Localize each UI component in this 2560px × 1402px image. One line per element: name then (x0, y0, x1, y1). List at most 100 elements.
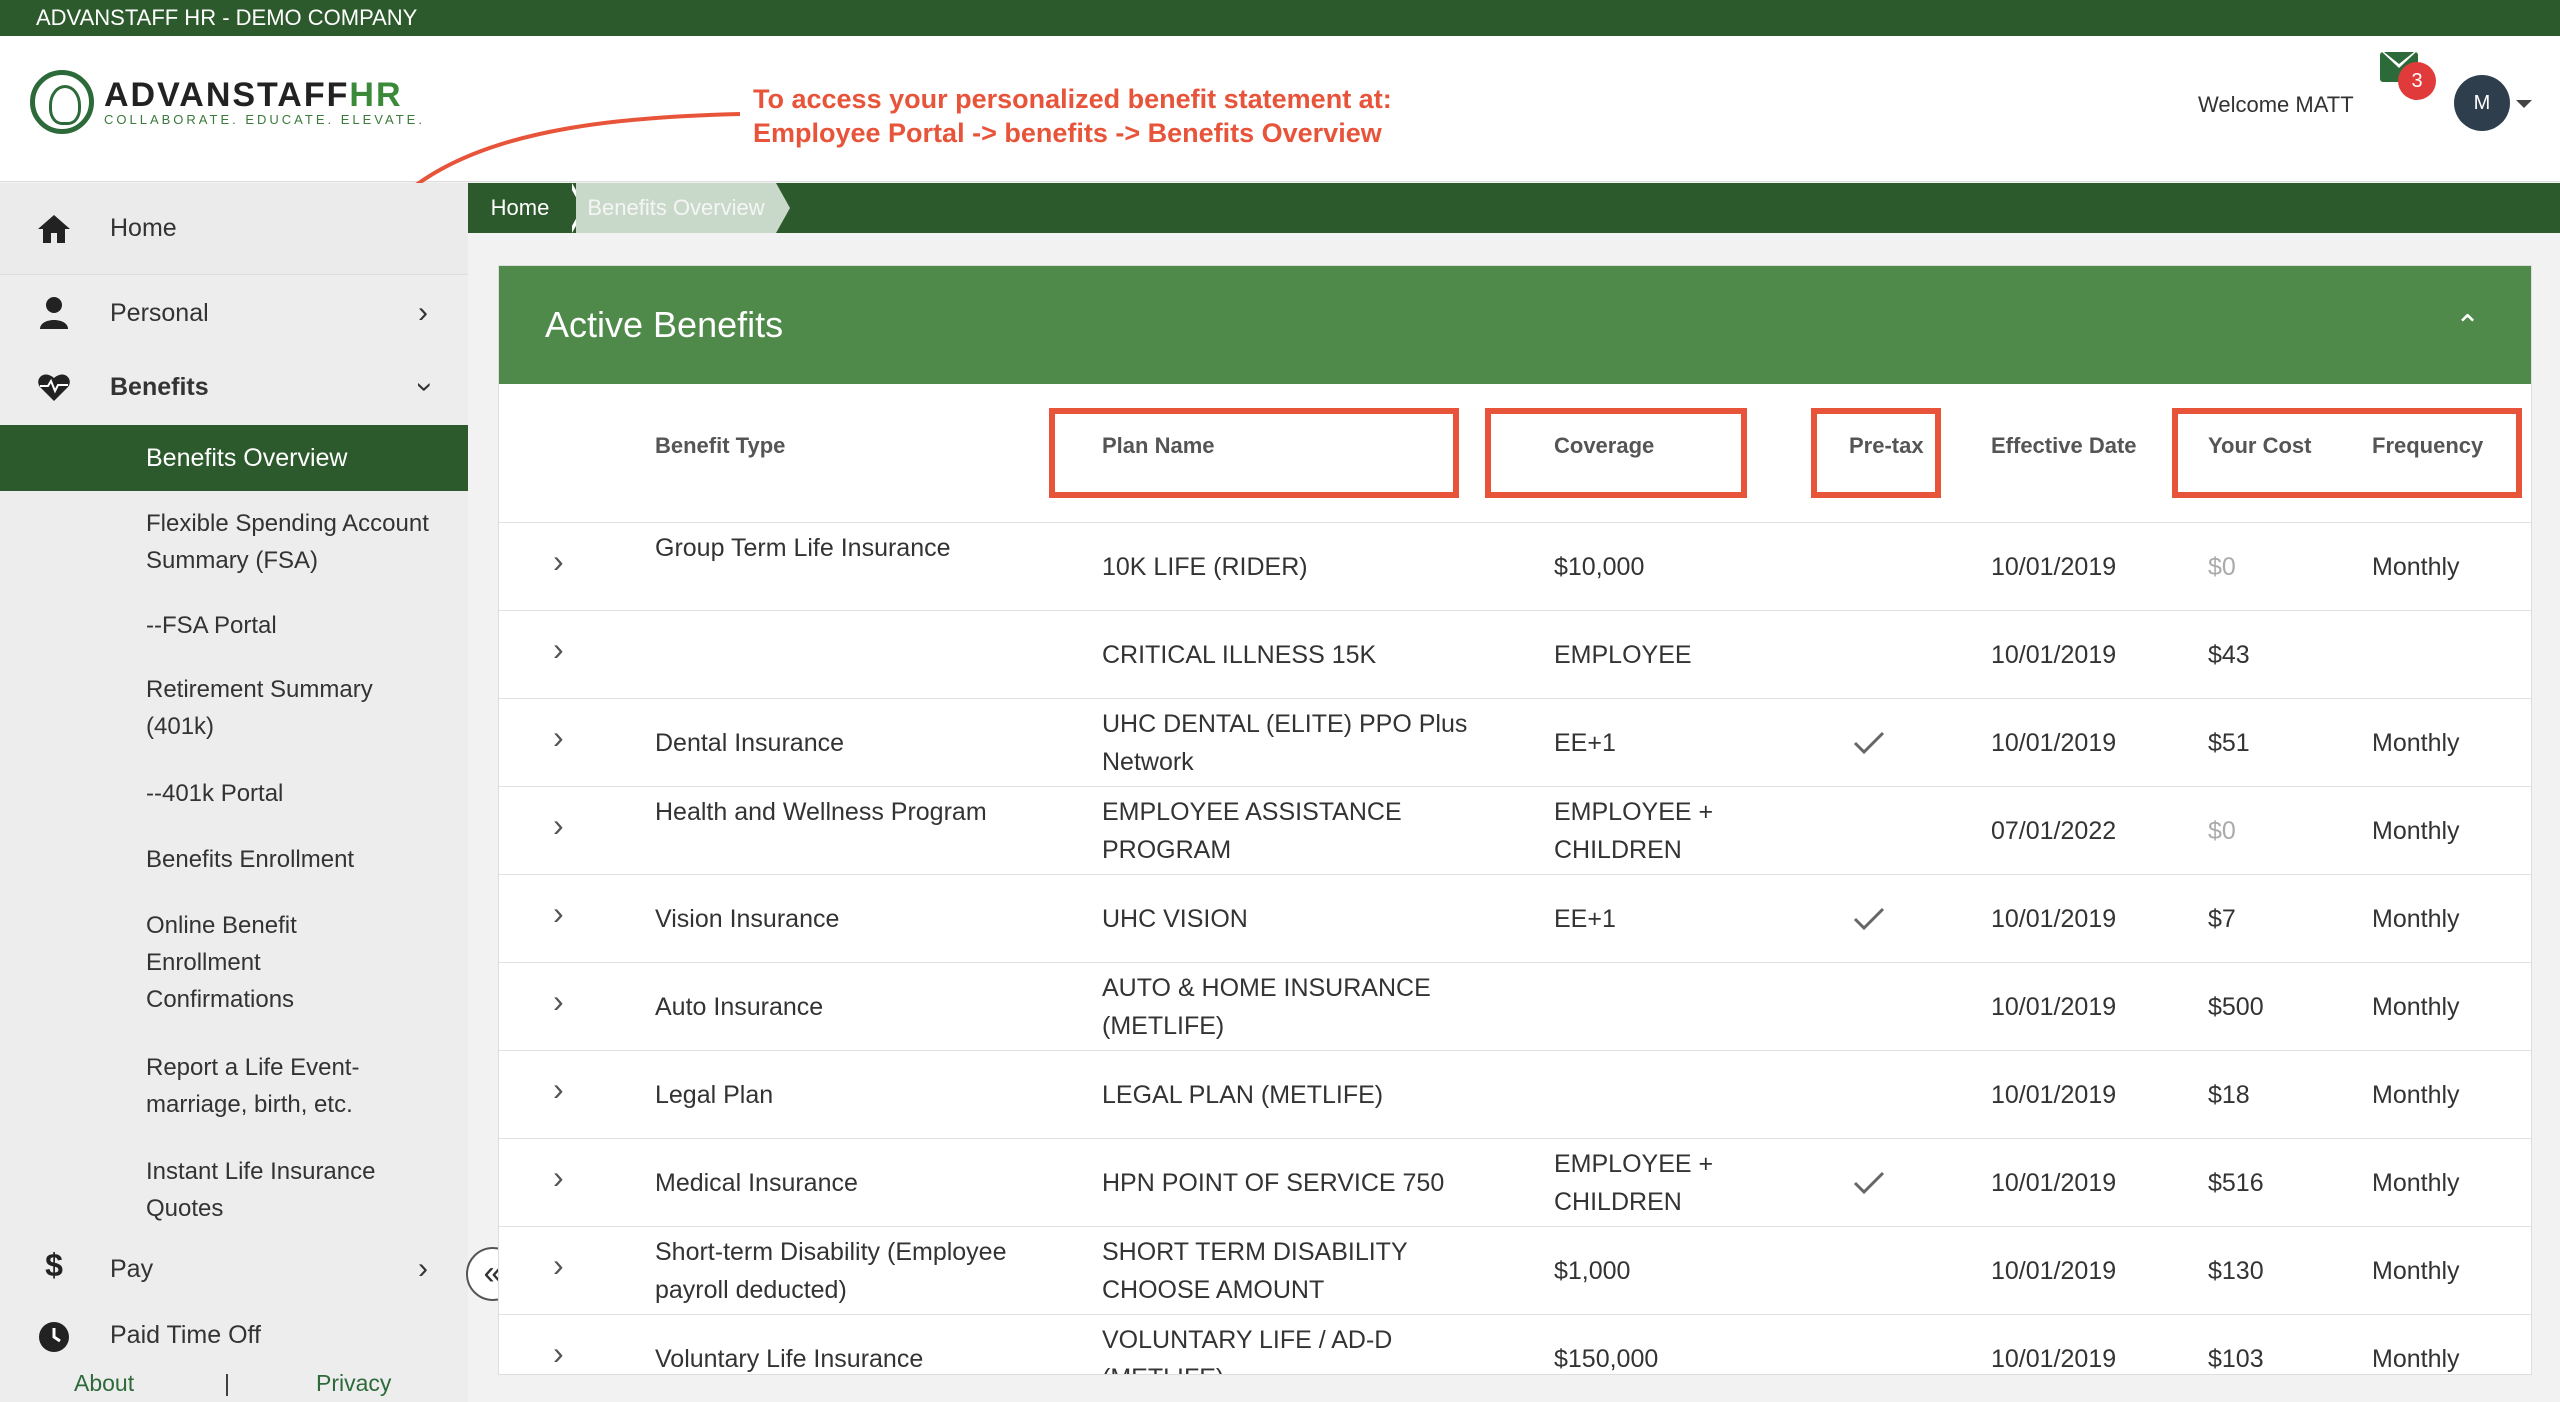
sidebar-subitem-enrollment-confirmations[interactable]: Online Benefit Enrollment Confirmations (146, 907, 346, 1018)
sidebar-item-label: Paid Time Off (110, 1320, 261, 1349)
cell-type: Legal Plan (655, 1081, 774, 1109)
cell-freq: Monthly (2372, 993, 2460, 1021)
cell-plan: VOLUNTARY LIFE / AD-D (METLIFE) (1102, 1326, 1393, 1374)
cell-type: Vision Insurance (655, 905, 840, 933)
cell-coverage: EE+1 (1554, 729, 1616, 757)
chevron-up-icon[interactable]: ⌄ (2455, 306, 2480, 341)
cell-coverage: EMPLOYEE + CHILDREN (1554, 798, 1714, 864)
cell-freq: Monthly (2372, 1257, 2460, 1285)
cell-date: 10/01/2019 (1991, 1081, 2117, 1109)
chevron-right-icon[interactable]: › (553, 1071, 564, 1108)
cell-cost: $7 (2208, 905, 2236, 933)
chevron-right-icon[interactable]: › (553, 543, 564, 580)
home-icon (38, 215, 70, 243)
cell-date: 10/01/2019 (1991, 1257, 2117, 1285)
table-row[interactable]: › Auto Insurance AUTO & HOME INSURANCE (ME… (499, 962, 2531, 1050)
table-row[interactable]: › Short-term Disability (Employee payroll… (499, 1226, 2531, 1314)
sidebar-subitem-401k-portal[interactable]: --401k Portal (146, 775, 446, 812)
sidebar-subitem-fsa-portal[interactable]: --FSA Portal (146, 607, 446, 644)
cell-freq: Monthly (2372, 1169, 2460, 1197)
chevron-right-icon[interactable]: › (553, 1335, 564, 1372)
dollar-icon: $ (45, 1247, 63, 1283)
sidebar-item-paid-time-off[interactable]: Paid Time Off (0, 1307, 468, 1363)
highlight-coverage (1485, 408, 1747, 498)
cell-coverage: EMPLOYEE + CHILDREN (1554, 1150, 1714, 1216)
cell-cost: $103 (2208, 1345, 2264, 1373)
clock-icon (39, 1322, 69, 1352)
cell-cost: $51 (2208, 729, 2250, 757)
chevron-down-icon[interactable] (2516, 100, 2532, 108)
cell-coverage: $1,000 (1554, 1257, 1631, 1285)
chevron-right-icon[interactable]: › (553, 1159, 564, 1196)
table-row[interactable]: › Dental Insurance UHC DENTAL (ELITE) PPO … (499, 698, 2531, 786)
annotation-text: To access your personalized benefit stat… (753, 82, 1392, 150)
sidebar-subitem-life-insurance-quotes[interactable]: Instant Life Insurance Quotes (146, 1153, 406, 1227)
sidebar-subitem-retirement-summary[interactable]: Retirement Summary (401k) (146, 671, 446, 745)
cell-plan: EMPLOYEE ASSISTANCE PROGRAM (1102, 798, 1402, 864)
highlight-pretax (1811, 408, 1941, 498)
chevron-right-icon[interactable]: › (553, 807, 564, 844)
cell-type: Short-term Disability (Employee payroll … (655, 1238, 1007, 1304)
breadcrumb-current: Benefits Overview (576, 183, 776, 233)
cell-type: Health and Wellness Program (655, 798, 987, 826)
chevron-right-icon[interactable]: › (553, 631, 564, 668)
checkmark-icon (1853, 731, 1885, 755)
logo-emblem-icon (30, 70, 94, 134)
table-row[interactable]: › Legal Plan LEGAL PLAN (METLIFE) 10/01/201… (499, 1050, 2531, 1138)
cell-date: 07/01/2022 (1991, 817, 2117, 845)
cell-cost: $0 (2208, 817, 2236, 845)
chevron-down-icon: › (409, 382, 442, 392)
mail-count-badge: 3 (2398, 62, 2436, 100)
cell-type: Medical Insurance (655, 1169, 858, 1197)
cell-coverage: EMPLOYEE (1554, 641, 1692, 669)
footer-privacy-link[interactable]: Privacy (316, 1370, 391, 1397)
cell-date: 10/01/2019 (1991, 641, 2117, 669)
cell-date: 10/01/2019 (1991, 1169, 2117, 1197)
panel-title: Active Benefits (545, 304, 784, 345)
cell-coverage: EE+1 (1554, 905, 1616, 933)
cell-plan: CRITICAL ILLNESS 15K (1102, 641, 1377, 669)
breadcrumb: Home Benefits Overview (468, 183, 2560, 233)
footer-about-link[interactable]: About (74, 1370, 134, 1397)
chevron-right-icon[interactable]: › (553, 1247, 564, 1284)
chevron-right-icon[interactable]: › (553, 983, 564, 1020)
sidebar-subitem-benefits-enrollment[interactable]: Benefits Enrollment (146, 841, 446, 878)
panel-header[interactable]: Active Benefits ⌄ (499, 266, 2531, 384)
table-row[interactable]: › Vision Insurance UHC VISION EE+1 10/01/201… (499, 874, 2531, 962)
table-row[interactable]: › Health and Wellness Program EMPLOYEE ASS… (499, 786, 2531, 874)
active-benefits-panel: Active Benefits ⌄ Benefit Type Plan Name… (498, 265, 2532, 1375)
chevron-right-icon: › (418, 296, 428, 329)
sidebar-item-pay[interactable]: $ Pay › (0, 1237, 468, 1301)
cell-cost: $500 (2208, 993, 2264, 1021)
cell-date: 10/01/2019 (1991, 905, 2117, 933)
cell-freq: Monthly (2372, 1345, 2460, 1373)
sidebar-item-personal[interactable]: Personal › (0, 277, 468, 349)
col-benefit-type[interactable]: Benefit Type (655, 433, 785, 459)
table-row[interactable]: › CRITICAL ILLNESS 15K EMPLOYEE 10/01/2019 $… (499, 610, 2531, 698)
sidebar-item-label: Personal (110, 298, 209, 327)
table-row[interactable]: › Medical Insurance HPN POINT OF SERVICE 7… (499, 1138, 2531, 1226)
chevron-right-icon[interactable]: › (553, 895, 564, 932)
sidebar-item-home[interactable]: Home (0, 183, 468, 275)
cell-cost: $18 (2208, 1081, 2250, 1109)
sidebar-item-benefits[interactable]: Benefits › (0, 351, 468, 423)
cell-freq: Monthly (2372, 905, 2460, 933)
cell-plan: 10K LIFE (RIDER) (1102, 553, 1308, 581)
cell-type: Dental Insurance (655, 729, 845, 757)
chevron-right-icon[interactable]: › (553, 719, 564, 756)
cell-freq: Monthly (2372, 817, 2460, 845)
avatar[interactable]: M (2454, 75, 2510, 131)
user-icon (40, 297, 68, 329)
sidebar-subitem-life-event[interactable]: Report a Life Event- marriage, birth, et… (146, 1049, 386, 1123)
sidebar-subitem-benefits-overview[interactable]: Benefits Overview (0, 425, 468, 491)
welcome-text: Welcome MATT (2198, 92, 2354, 117)
breadcrumb-home[interactable]: Home (468, 183, 572, 233)
col-effective-date[interactable]: Effective Date (1991, 433, 2137, 459)
cell-plan: UHC VISION (1102, 905, 1248, 933)
cell-cost: $0 (2208, 553, 2236, 581)
checkmark-icon (1853, 907, 1885, 931)
sidebar-subitem-fsa-summary[interactable]: Flexible Spending Account Summary (FSA) (146, 505, 446, 579)
table-row[interactable]: › Group Term Life Insurance 10K LIFE (RIDE… (499, 522, 2531, 610)
table-row[interactable]: › Voluntary Life Insurance VOLUNTARY LIFE … (499, 1314, 2531, 1374)
annotation-line-2: Employee Portal -> benefits -> Benefits … (753, 118, 1382, 148)
